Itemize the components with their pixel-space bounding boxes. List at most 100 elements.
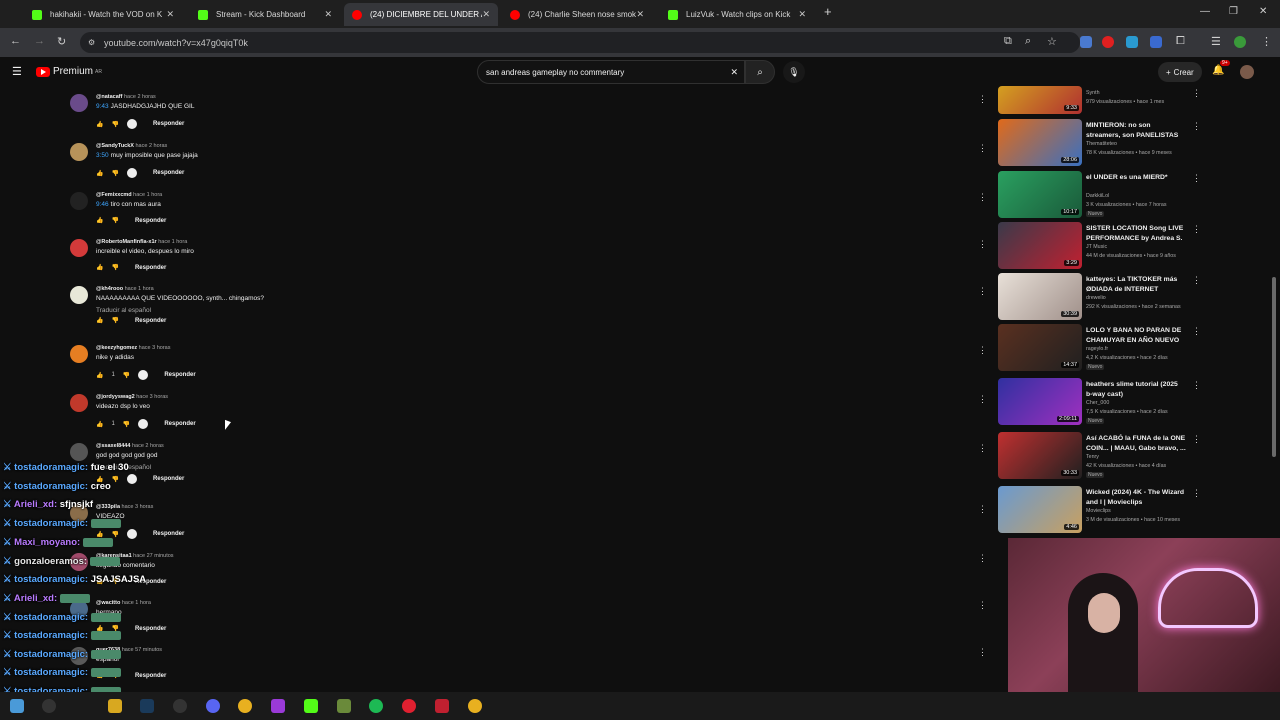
chat-username[interactable]: tostadoramagic: [14, 649, 88, 660]
browser-tab-active[interactable]: (24) DICIEMBRE DEL UNDER AR ✕ [344, 3, 498, 26]
extension-icon[interactable] [1150, 36, 1162, 48]
video-thumbnail[interactable]: 9:33 [998, 86, 1082, 114]
back-icon[interactable]: ← [10, 35, 21, 47]
close-tab-icon[interactable]: ✕ [482, 9, 490, 20]
reply-button[interactable]: Responder [164, 372, 195, 378]
video-more-icon[interactable]: ⋮ [1192, 224, 1201, 235]
notifications-bell-icon[interactable]: 🔔 [1212, 65, 1224, 76]
browser-tab[interactable]: LuizVuk - Watch clips on Kick ✕ [660, 3, 814, 26]
comment-author[interactable]: @SandyTuckX [96, 143, 134, 149]
app-icon[interactable] [435, 699, 449, 713]
reply-button[interactable]: Responder [153, 170, 184, 176]
forward-icon[interactable]: → [34, 35, 45, 47]
dislike-icon[interactable]: 👎 [111, 121, 118, 128]
video-title[interactable]: heathers slime tutorial (2025 b-way cast… [1086, 380, 1186, 399]
dislike-icon[interactable]: 👎 [111, 317, 118, 324]
translate-link[interactable]: Traducir al español [96, 307, 151, 314]
reply-button[interactable]: Responder [135, 318, 166, 324]
reply-button[interactable]: Responder [135, 626, 166, 632]
comment-more-icon[interactable]: ⋮ [978, 286, 987, 297]
extensions-puzzle-icon[interactable]: ⧠ [1176, 35, 1185, 48]
like-icon[interactable]: 👍 [96, 421, 103, 428]
video-title[interactable]: katteyes: La TIKTOKER más ØDIADA de INTE… [1086, 275, 1186, 294]
steam-icon[interactable] [140, 699, 154, 713]
dislike-icon[interactable]: 👎 [111, 170, 118, 177]
commenter-avatar[interactable] [70, 94, 88, 112]
extension-icon[interactable] [1126, 36, 1138, 48]
clear-search-icon[interactable]: ✕ [730, 67, 738, 78]
video-more-icon[interactable]: ⋮ [1192, 326, 1201, 337]
video-thumbnail[interactable]: 14:37 [998, 324, 1082, 371]
reply-button[interactable]: Responder [135, 265, 166, 271]
recommended-video[interactable]: 14:37 LOLO Y BANA NO PARAN DE CHAMUYAR E… [998, 324, 1204, 372]
recommended-video[interactable]: 30:33 Así ACABÓ la FUNA de la ONE COIN..… [998, 432, 1204, 480]
recommended-video[interactable]: 3:29 SISTER LOCATION Song LIVE PERFORMAN… [998, 222, 1204, 270]
chat-username[interactable]: gonzaloeramos: [14, 556, 87, 567]
comment-more-icon[interactable]: ⋮ [978, 600, 987, 611]
video-thumbnail[interactable]: 4:46 [998, 486, 1082, 533]
video-thumbnail[interactable]: 30:39 [998, 273, 1082, 320]
channel-name[interactable]: rageylo.fr [1086, 346, 1108, 352]
comment-more-icon[interactable]: ⋮ [978, 647, 987, 658]
close-tab-icon[interactable]: ✕ [798, 9, 806, 20]
chat-username[interactable]: tostadoramagic: [14, 518, 88, 529]
close-tab-icon[interactable]: ✕ [166, 9, 174, 20]
browser-tab[interactable]: (24) Charlie Sheen nose smokin ✕ [502, 3, 652, 26]
comment-author[interactable]: @kh4rooo [96, 286, 123, 292]
commenter-avatar[interactable] [70, 345, 88, 363]
comment-timestamp-link[interactable]: 9:43 [96, 103, 109, 110]
comment-more-icon[interactable]: ⋮ [978, 345, 987, 356]
reply-button[interactable]: Responder [164, 421, 195, 427]
video-thumbnail[interactable]: 10:17 [998, 171, 1082, 218]
comment-more-icon[interactable]: ⋮ [978, 192, 987, 203]
chat-username[interactable]: tostadoramagic: [14, 462, 88, 473]
address-bar[interactable]: ⚙ youtube.com/watch?v=x47g0qiqT0k [80, 32, 1080, 53]
video-title[interactable]: Así ACABÓ la FUNA de la ONE COIN... | MA… [1086, 434, 1186, 453]
reply-button[interactable]: Responder [135, 673, 166, 679]
channel-name[interactable]: DarkkiiLol [1086, 193, 1109, 199]
comment-time[interactable]: hace 2 horas [132, 443, 164, 449]
reading-list-icon[interactable]: ☰ [1211, 35, 1221, 48]
dislike-icon[interactable]: 👎 [111, 476, 118, 483]
video-thumbnail[interactable]: 2:09:11 [998, 378, 1082, 425]
youtube-logo[interactable]: Premium AR [36, 66, 102, 77]
reload-icon[interactable]: ↻ [57, 35, 66, 48]
channel-name[interactable]: Movieclips [1086, 508, 1111, 514]
app-icon[interactable] [271, 699, 285, 713]
extension-icon[interactable] [1080, 36, 1092, 48]
comment-time[interactable]: hace 3 horas [136, 394, 168, 400]
channel-name[interactable]: drewelio [1086, 295, 1106, 301]
reply-button[interactable]: Responder [153, 476, 184, 482]
recommended-video[interactable]: 28:06 MINTIERON: no son streamers, son P… [998, 119, 1204, 167]
commenter-avatar[interactable] [70, 143, 88, 161]
commenter-avatar[interactable] [70, 286, 88, 304]
chat-username[interactable]: tostadoramagic: [14, 481, 88, 492]
video-thumbnail[interactable]: 3:29 [998, 222, 1082, 269]
browser-tab[interactable]: Stream - Kick Dashboard ✕ [190, 3, 340, 26]
comment-author[interactable]: @RobertoManfinfla-x1r [96, 239, 157, 245]
spotify-icon[interactable] [369, 699, 383, 713]
scrollbar-thumb[interactable] [1272, 277, 1276, 457]
like-icon[interactable]: 👍 [96, 170, 103, 177]
video-thumbnail[interactable]: 30:33 [998, 432, 1082, 479]
chat-username[interactable]: tostadoramagic: [14, 630, 88, 641]
hamburger-menu-icon[interactable]: ☰ [12, 65, 22, 78]
comment-author[interactable]: @keezyhgomez [96, 345, 137, 351]
channel-name[interactable]: Tenry [1086, 454, 1099, 460]
commenter-avatar[interactable] [70, 443, 88, 461]
minecraft-icon[interactable] [337, 699, 351, 713]
comment-more-icon[interactable]: ⋮ [978, 443, 987, 454]
like-icon[interactable]: 👍 [96, 372, 103, 379]
commenter-avatar[interactable] [70, 239, 88, 257]
comment-time[interactable]: hace 3 horas [122, 504, 154, 510]
browser-tab[interactable]: hakihakii - Watch the VOD on K ✕ [24, 3, 182, 26]
video-more-icon[interactable]: ⋮ [1192, 121, 1201, 132]
chat-username[interactable]: Arieli_xd: [14, 499, 57, 510]
comment-time[interactable]: hace 3 horas [139, 345, 171, 351]
like-icon[interactable]: 👍 [96, 317, 103, 324]
comment-more-icon[interactable]: ⋮ [978, 239, 987, 250]
profile-avatar[interactable] [1234, 36, 1246, 48]
comment-author[interactable]: @natacaff [96, 94, 122, 100]
recommended-video[interactable]: 9:33 Synth 979 visualizaciones • hace 1 … [998, 86, 1204, 116]
video-more-icon[interactable]: ⋮ [1192, 434, 1201, 445]
